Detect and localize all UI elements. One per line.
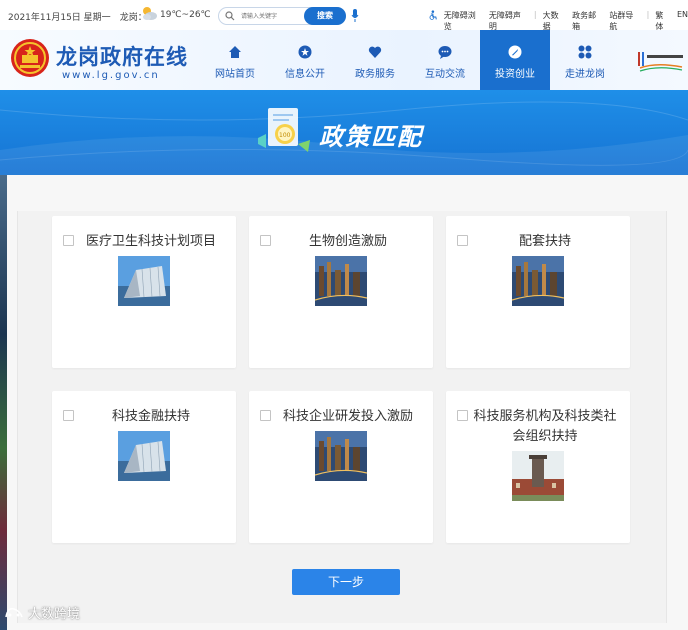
- site-header: 龙岗政府在线 www.lg.gov.cn 网站首页 信息公开 政务服务 互动交流…: [0, 30, 688, 90]
- policy-card[interactable]: 科技服务机构及科技类社会组织扶持: [446, 391, 630, 543]
- nav-label: 网站首页: [215, 69, 255, 80]
- site-url: www.lg.gov.cn: [62, 70, 160, 81]
- right-edge: [684, 175, 688, 630]
- building-photo: [118, 431, 170, 481]
- home-icon: [229, 46, 241, 58]
- top-links: 无障碍浏览 无障碍声明 | 大数据 政务邮箱 站群导航 | 繁体 EN: [428, 10, 688, 32]
- search-icon: [225, 11, 235, 21]
- top-link-accessible-browse[interactable]: 无障碍浏览: [444, 10, 483, 32]
- nav-investment[interactable]: 投资创业: [480, 30, 550, 90]
- policy-title: 配套扶持: [518, 234, 571, 249]
- heart-icon: [368, 46, 382, 58]
- nav-label: 走进龙岗: [565, 69, 605, 80]
- policy-card[interactable]: 医疗卫生科技计划项目: [52, 216, 236, 368]
- nav-label: 信息公开: [285, 69, 325, 80]
- left-background-image-edge: [0, 175, 7, 630]
- policy-title: 科技服务机构及科技类社会组织扶持: [473, 409, 617, 444]
- search-button[interactable]: 搜索: [304, 7, 346, 25]
- accessibility-icon: [429, 10, 437, 20]
- nav-about-longgang[interactable]: 走进龙岗: [550, 30, 620, 90]
- top-link-big-data[interactable]: 大数据: [543, 10, 566, 32]
- chat-icon: [438, 46, 452, 59]
- policy-title: 科技企业研发投入激励: [282, 409, 413, 424]
- svg-text:100: 100: [279, 132, 291, 139]
- main-nav: 网站首页 信息公开 政务服务 互动交流 投资创业 走进龙岗: [200, 30, 620, 90]
- building-photo: [118, 256, 170, 306]
- national-emblem-logo[interactable]: [10, 38, 50, 78]
- nav-label: 互动交流: [425, 69, 465, 80]
- nav-interaction[interactable]: 互动交流: [410, 30, 480, 90]
- temperature-text: 19℃~26℃: [160, 10, 211, 20]
- shenzhen-city-logo: [638, 52, 683, 72]
- top-link-site-nav[interactable]: 站群导航: [609, 10, 640, 32]
- policy-checkbox[interactable]: [63, 235, 74, 246]
- next-step-button[interactable]: 下一步: [292, 569, 400, 595]
- cloudy-weather-icon: [143, 7, 157, 20]
- policy-title: 科技金融扶持: [111, 409, 190, 424]
- search-input[interactable]: [241, 10, 301, 22]
- top-link-traditional[interactable]: 繁体: [655, 10, 671, 32]
- city-night-photo: [315, 256, 367, 306]
- policy-checkbox[interactable]: [63, 410, 74, 421]
- policy-checkbox[interactable]: [457, 235, 468, 246]
- nav-gov-services[interactable]: 政务服务: [340, 30, 410, 90]
- nav-home[interactable]: 网站首页: [200, 30, 270, 90]
- banner-title: 政策匹配: [319, 123, 423, 151]
- policy-card[interactable]: 生物创造激励: [249, 216, 433, 368]
- grid-icon: [578, 45, 592, 59]
- top-link-english[interactable]: EN: [677, 10, 688, 32]
- divider: |: [533, 10, 537, 19]
- divider: |: [646, 10, 650, 19]
- watermark-text: 大数跨境: [28, 607, 81, 622]
- date-text: 2021年11月15日 星期一 龙岗：: [8, 13, 147, 23]
- watermark: 大数跨境: [4, 603, 80, 622]
- policy-title: 生物创造激励: [308, 234, 387, 249]
- site-title[interactable]: 龙岗政府在线: [56, 41, 188, 71]
- policy-match-banner: 100 政策匹配: [0, 90, 688, 175]
- brick-tower-photo: [512, 451, 564, 501]
- top-link-gov-mail[interactable]: 政务邮箱: [572, 10, 603, 32]
- top-bar: 2021年11月15日 星期一 龙岗： 19℃~26℃ 搜索 无障碍浏览 无障碍…: [0, 0, 688, 32]
- star-icon: [298, 45, 312, 59]
- city-night-photo: [512, 256, 564, 306]
- nav-info-disclosure[interactable]: 信息公开: [270, 30, 340, 90]
- microphone-icon[interactable]: [351, 9, 359, 22]
- policy-card[interactable]: 科技金融扶持: [52, 391, 236, 543]
- nav-label: 投资创业: [495, 69, 535, 80]
- city-night-photo: [315, 431, 367, 481]
- policy-checkbox[interactable]: [260, 410, 271, 421]
- rocket-icon: [508, 45, 522, 59]
- policy-card[interactable]: 配套扶持: [446, 216, 630, 368]
- policy-document-icon: 100: [258, 108, 310, 152]
- nav-label: 政务服务: [355, 69, 395, 80]
- policy-checkbox[interactable]: [457, 410, 468, 421]
- watermark-logo-icon: [5, 607, 23, 617]
- policy-checkbox[interactable]: [260, 235, 271, 246]
- policy-card[interactable]: 科技企业研发投入激励: [249, 391, 433, 543]
- top-link-accessibility-statement[interactable]: 无障碍声明: [489, 10, 528, 32]
- policy-title: 医疗卫生科技计划项目: [85, 234, 216, 249]
